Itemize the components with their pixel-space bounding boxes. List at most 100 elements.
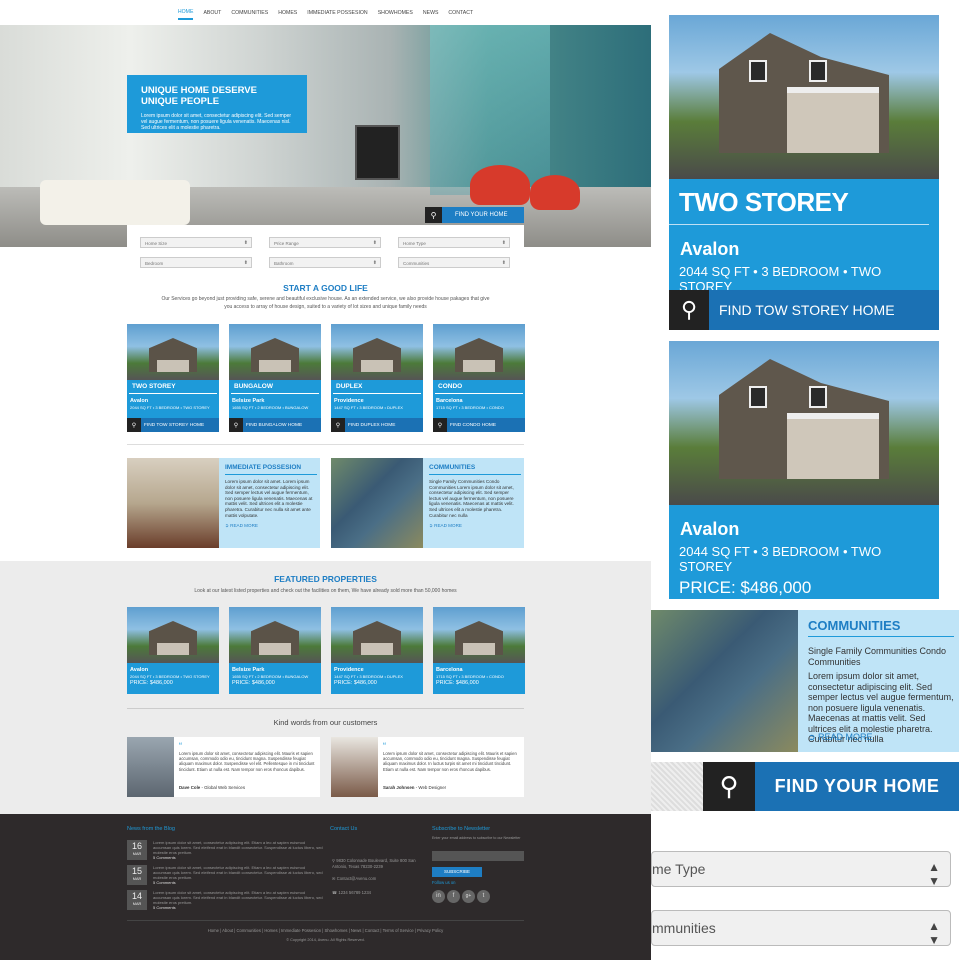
zoom-details-panel: TWO STOREY Avalon 2044 SQ FT • 3 BEDROOM…	[651, 0, 959, 960]
search-icon: ⚲	[703, 762, 755, 811]
promo-text-block: COMMUNITIES Single Family Communities Co…	[429, 464, 521, 529]
nav-immediate-possesion[interactable]: IMMEDIATE POSSESION	[307, 7, 367, 19]
find-two-storey-button[interactable]: ⚲ FIND TOW STOREY HOME	[669, 290, 939, 330]
two-storey-card-zoom[interactable]: TWO STOREY Avalon 2044 SQ FT • 3 BEDROOM…	[669, 15, 939, 330]
featured-property-card[interactable]: Belsize Park 1655 SQ FT • 2 BEDROOM • BU…	[229, 607, 321, 694]
author-company: - Global Web Services	[200, 785, 246, 790]
communities-zoom: COMMUNITIES Single Family Communities Co…	[651, 610, 959, 752]
card-spec: 2044 SQ FT • 3 BEDROOM • TWO STOREY	[130, 405, 210, 410]
nav-home[interactable]: HOME	[177, 6, 194, 20]
newsletter-email-input[interactable]	[432, 851, 524, 861]
site-footer: News from the Blog 16 MAR Lorem ipsum dol…	[0, 814, 651, 960]
home-size-select[interactable]: Home Size	[140, 237, 252, 248]
house-image	[127, 607, 219, 663]
nav-contact[interactable]: CONTACT	[448, 7, 473, 19]
property-spec: 1655 SQ FT • 2 BEDROOM • BUNGALOW	[232, 674, 309, 679]
property-price: PRICE: $486,000	[436, 680, 479, 686]
website-mockup: HOME ABOUT COMMUNITIES HOMES IMMEDIATE P…	[0, 0, 651, 960]
promo-text-block: IMMEDIATE POSSESION Lorem ipsum dolor si…	[225, 464, 317, 529]
quote-icon: “	[383, 741, 386, 751]
author-company: - Web Designer	[414, 785, 447, 790]
search-icon: ⚲	[425, 207, 442, 223]
house-image	[669, 15, 939, 179]
intro-title: START A GOOD LIFE	[283, 283, 368, 293]
nav-homes[interactable]: HOMES	[278, 7, 297, 19]
nav-news[interactable]: NEWS	[423, 7, 439, 19]
email-text: Contact@Avenu.com	[336, 876, 377, 881]
google-plus-icon[interactable]: g+	[462, 890, 475, 903]
find-home-button[interactable]: ⚲ FIND CONDO HOME	[433, 418, 525, 432]
featured-property-card[interactable]: Providence 1447 SQ FT • 3 BEDROOM • DUPL…	[331, 607, 423, 694]
hero-chair	[470, 165, 530, 205]
news-body: Lorem ipsum dolor sit amet, consectetur …	[153, 840, 323, 855]
house-window	[749, 386, 767, 408]
news-item[interactable]: 14 MAR Lorem ipsum dolor sit amet, consec…	[127, 890, 323, 910]
copyright: © Copyright 2014, Avenu. All Rights Rese…	[286, 938, 365, 942]
read-more-link[interactable]: ➲ READ MORE	[225, 523, 317, 529]
news-comments: 5 Comments	[153, 855, 176, 860]
news-item[interactable]: 15 MAR Lorem ipsum dolor sit amet, consec…	[127, 865, 323, 885]
featured-property-card[interactable]: Barcelona 1715 SQ FT • 3 BEDROOM • CONDO…	[433, 607, 525, 694]
customer-photo	[331, 737, 378, 797]
card-name: Avalon	[130, 398, 149, 404]
news-comments: 5 Comments	[153, 905, 176, 910]
find-your-home-button[interactable]: ⚲ FIND YOUR HOME	[425, 207, 524, 223]
featured-title: FEATURED PROPERTIES	[274, 574, 377, 584]
hero-sofa	[40, 180, 190, 225]
hero-chair	[530, 175, 580, 210]
home-type-card[interactable]: BUNGALOW Belsize Park 1655 SQ FT • 2 BED…	[229, 324, 321, 432]
find-home-button[interactable]: ⚲ FIND DUPLEX HOME	[331, 418, 423, 432]
communities-select-zoom[interactable]: mmunities ▲ ▼	[651, 910, 951, 946]
nav-showhomes[interactable]: SHOWHOMES	[378, 7, 413, 19]
news-comments: 5 Comments	[153, 880, 176, 885]
featured-text: Look at our latest listed properties and…	[194, 588, 457, 594]
footer-news-title: News from the Blog	[127, 826, 175, 832]
read-more-label: READ MORE	[230, 523, 258, 529]
nav-communities[interactable]: COMMUNITIES	[231, 7, 268, 19]
author-name: Sarah Johnsen	[383, 785, 415, 790]
testimonial-card: “ Lorem ipsum dolor sit amet, consectetu…	[127, 737, 320, 797]
house-image	[331, 324, 423, 380]
bedroom-select[interactable]: Bedroom	[140, 257, 252, 268]
community-aerial-image	[331, 458, 423, 548]
footer-links[interactable]: Home | About | Communities | Homes | Imm…	[0, 928, 651, 933]
footer-email[interactable]: ✉ Contact@Avenu.com	[332, 876, 376, 882]
home-type-select-zoom[interactable]: me Type ▲ ▼	[651, 851, 951, 887]
page: HOME ABOUT COMMUNITIES HOMES IMMEDIATE P…	[0, 0, 959, 960]
linkedin-icon[interactable]: in	[432, 890, 445, 903]
featured-section: FEATURED PROPERTIES Look at our latest l…	[0, 561, 651, 814]
find-home-button[interactable]: ⚲ FIND BUNGALOW HOME	[229, 418, 321, 432]
divider	[127, 708, 524, 709]
search-icon: ⚲	[229, 418, 243, 432]
home-type-card[interactable]: DUPLEX Providence 1447 SQ FT • 3 BEDROOM…	[331, 324, 423, 432]
news-item[interactable]: 16 MAR Lorem ipsum dolor sit amet, consec…	[127, 840, 323, 860]
twitter-icon[interactable]: t	[477, 890, 490, 903]
news-day: 14	[131, 891, 142, 901]
news-day: 16	[131, 841, 142, 851]
news-day: 15	[131, 866, 142, 876]
find-home-button[interactable]: ⚲ FIND TOW STOREY HOME	[127, 418, 219, 432]
phone-text: 1234 56789 1234	[338, 890, 371, 895]
card-spec: 1715 SQ FT • 3 BEDROOM • CONDO	[436, 405, 504, 410]
read-more-link[interactable]: ➲ READ MORE	[808, 732, 873, 743]
facebook-icon[interactable]: f	[447, 890, 460, 903]
home-type-card[interactable]: TWO STOREY Avalon 2044 SQ FT • 3 BEDROOM…	[127, 324, 219, 432]
footer-contact-title: Contact Us	[330, 826, 358, 832]
home-type-card[interactable]: CONDO Barcelona 1715 SQ FT • 3 BEDROOM •…	[433, 324, 525, 432]
subscribe-button[interactable]: SUBSCRIBE	[432, 867, 482, 877]
property-price: PRICE: $486,000	[232, 680, 275, 686]
read-more-label: READ MORE	[434, 523, 462, 529]
news-text: Lorem ipsum dolor sit amet, consectetur …	[153, 890, 323, 910]
featured-card-zoom[interactable]: Avalon 2044 SQ FT • 3 BEDROOM • TWO STOR…	[669, 341, 939, 599]
bathroom-select[interactable]: Bathroom	[269, 257, 381, 268]
card-type: BUNGALOW	[231, 380, 319, 394]
nav-about[interactable]: ABOUT	[203, 7, 221, 19]
featured-property-card[interactable]: Avalon 2044 SQ FT • 3 BEDROOM • TWO STOR…	[127, 607, 219, 694]
home-type-select[interactable]: Home Type	[398, 237, 510, 248]
price-range-select[interactable]: Price Range	[269, 237, 381, 248]
find-your-home-button-zoom[interactable]: ⚲ FIND YOUR HOME	[651, 762, 959, 811]
card-type: CONDO	[435, 380, 523, 394]
property-price: PRICE: $486,000	[334, 680, 377, 686]
communities-select[interactable]: Communities	[398, 257, 510, 268]
read-more-link[interactable]: ➲ READ MORE	[429, 523, 521, 529]
